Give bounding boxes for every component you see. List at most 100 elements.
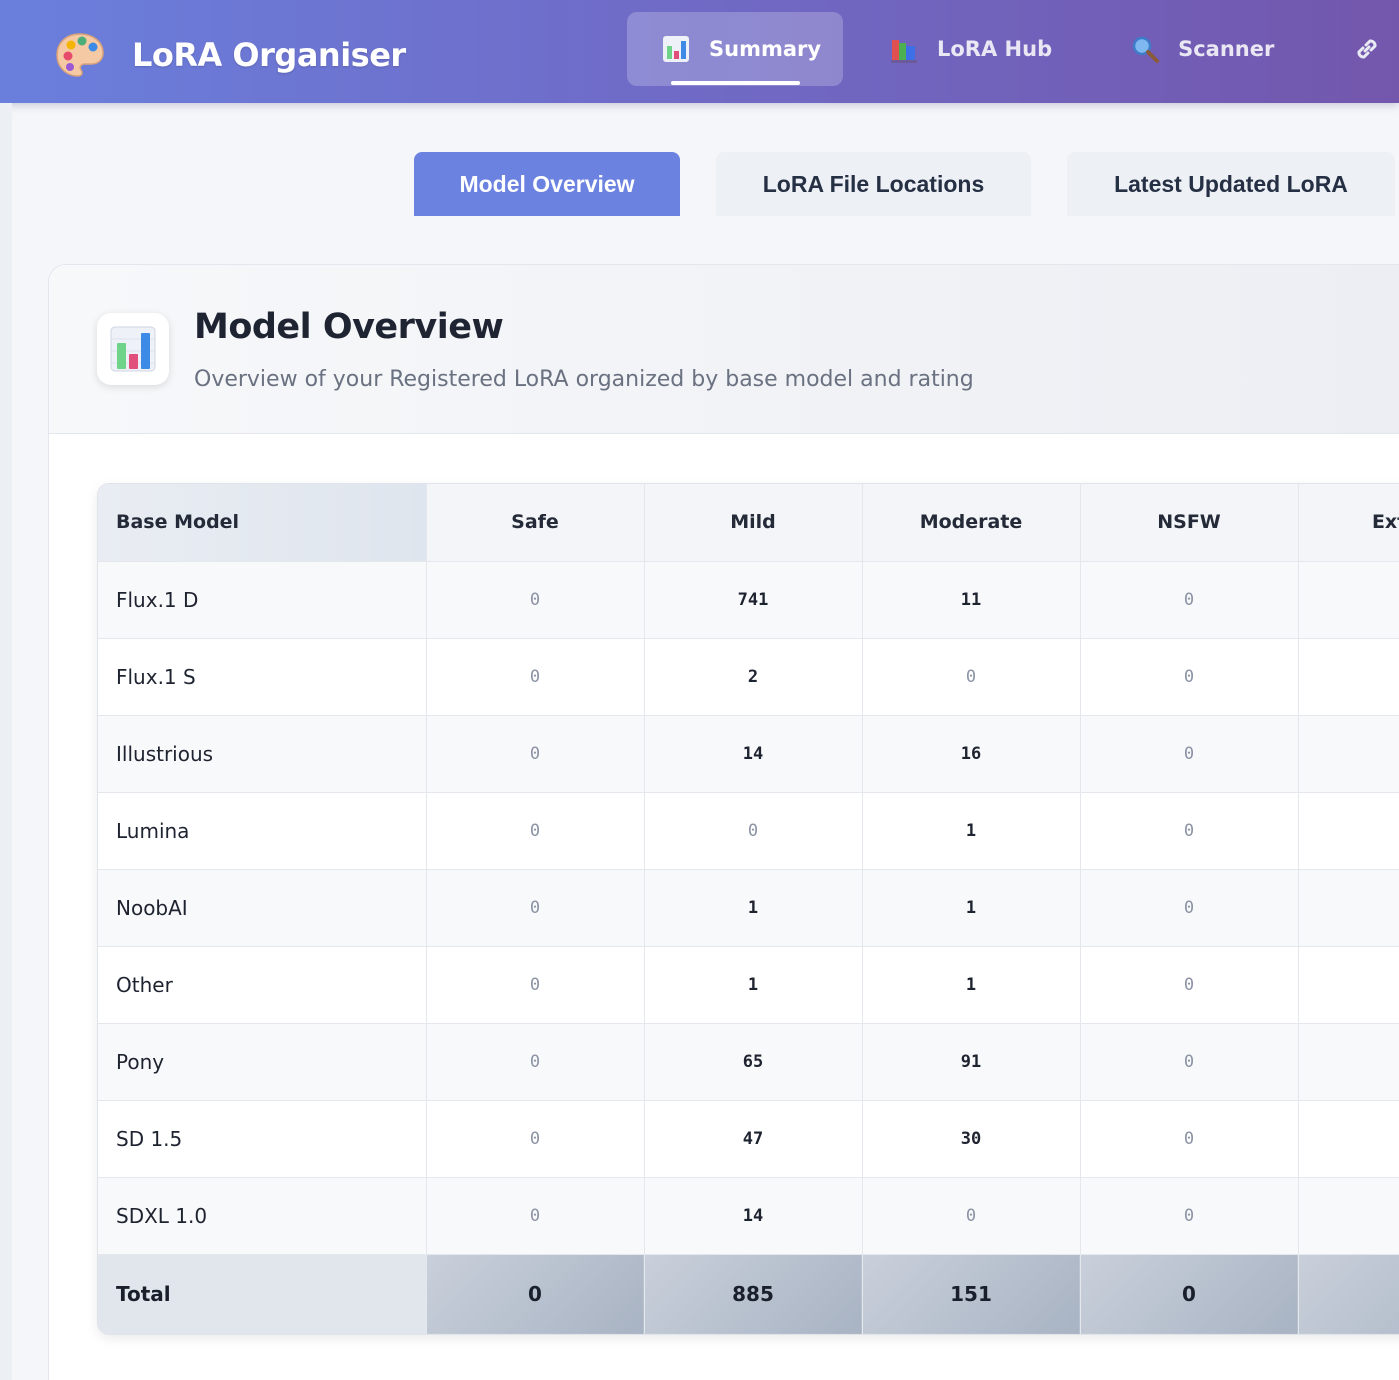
tab-model-overview[interactable]: Model Overview [414, 152, 680, 216]
table-row: Illustrious 0 14 16 0 [98, 715, 1399, 793]
panel-subtitle: Overview of your Registered LoRA organiz… [194, 367, 974, 392]
count-cell: 0 [862, 1177, 1081, 1255]
count-cell: 0 [1080, 1177, 1299, 1255]
column-header-nsfw: NSFW [1080, 484, 1299, 562]
base-model-cell: Flux.1 S [98, 638, 427, 716]
model-overview-panel: Model Overview Overview of your Register… [48, 264, 1399, 1380]
link-icon [1357, 39, 1377, 59]
total-cell: 0 [1080, 1254, 1299, 1334]
base-model-cell: Flux.1 D [98, 561, 427, 639]
count-cell: 0 [426, 1023, 645, 1101]
count-cell: 0 [1080, 946, 1299, 1024]
count-cell: 11 [862, 561, 1081, 639]
count-cell: 0 [862, 638, 1081, 716]
count-cell: 16 [862, 715, 1081, 793]
total-cell: 151 [862, 1254, 1081, 1334]
bar-chart-icon [110, 326, 156, 372]
table-row: Other 0 1 1 0 [98, 946, 1399, 1024]
panel-title: Model Overview [194, 307, 504, 347]
overview-table-wrapper[interactable]: Base Model Safe Mild Moderate NSFW Extre… [97, 483, 1399, 1335]
tab-latest-updated-lora[interactable]: Latest Updated LoRA [1067, 152, 1395, 216]
count-cell [1298, 638, 1399, 716]
count-cell [1298, 561, 1399, 639]
count-cell [1298, 869, 1399, 947]
table-row: Lumina 0 0 1 0 [98, 792, 1399, 870]
nav-item-scanner[interactable]: Scanner [1130, 12, 1274, 86]
table-row: SD 1.5 0 47 30 0 [98, 1100, 1399, 1178]
table-row: NoobAI 0 1 1 0 [98, 869, 1399, 947]
magnifier-icon [1132, 36, 1160, 63]
app-title: LoRA Organiser [132, 36, 406, 74]
base-model-cell: NoobAI [98, 869, 427, 947]
nav-label-lora-hub: LoRA Hub [937, 37, 1053, 61]
app-header: LoRA Organiser Summary LoRA Hub Scanner [0, 0, 1399, 103]
total-cell: 2 [1298, 1254, 1399, 1334]
column-header-mild: Mild [644, 484, 863, 562]
active-nav-indicator [671, 81, 800, 85]
count-cell: 1 [862, 792, 1081, 870]
base-model-cell: Pony [98, 1023, 427, 1101]
brand[interactable]: LoRA Organiser [54, 30, 406, 80]
main-nav: Summary LoRA Hub Scanner [627, 12, 1399, 86]
count-cell: 0 [426, 946, 645, 1024]
count-cell: 2 [644, 638, 863, 716]
count-cell: 1 [644, 869, 863, 947]
count-cell: 47 [644, 1100, 863, 1178]
palette-icon [56, 33, 104, 77]
table-row: Flux.1 D 0 741 11 0 [98, 561, 1399, 639]
count-cell: 0 [644, 792, 863, 870]
nav-label-summary: Summary [709, 37, 822, 61]
column-header-base-model: Base Model [98, 484, 427, 562]
left-rail [0, 103, 12, 1380]
count-cell: 30 [862, 1100, 1081, 1178]
count-cell: 0 [426, 561, 645, 639]
count-cell: 1 [862, 869, 1081, 947]
count-cell [1298, 1177, 1399, 1255]
count-cell [1298, 715, 1399, 793]
table-header-row: Base Model Safe Mild Moderate NSFW Extre… [98, 484, 1399, 562]
base-model-cell: Lumina [98, 792, 427, 870]
table-row: Pony0659101 [98, 1023, 1399, 1101]
count-cell: 91 [862, 1023, 1081, 1101]
bar-chart-icon [663, 36, 689, 62]
total-label: Total [98, 1254, 427, 1334]
count-cell: 0 [1080, 1023, 1299, 1101]
panel-icon-box [97, 313, 169, 385]
overview-table: Base Model Safe Mild Moderate NSFW Extre… [98, 484, 1399, 1334]
count-cell: 14 [644, 715, 863, 793]
tab-lora-file-locations[interactable]: LoRA File Locations [716, 152, 1031, 216]
count-cell: 1 [644, 946, 863, 1024]
count-cell: 65 [644, 1023, 863, 1101]
count-cell [1298, 946, 1399, 1024]
books-icon [891, 40, 917, 63]
nav-item-summary[interactable]: Summary [627, 12, 843, 86]
total-row: Total 0 885 151 0 2 [98, 1254, 1399, 1334]
count-cell: 0 [426, 638, 645, 716]
count-cell: 1 [862, 946, 1081, 1024]
count-cell: 0 [1080, 869, 1299, 947]
base-model-cell: Other [98, 946, 427, 1024]
panel-header: Model Overview Overview of your Register… [49, 265, 1399, 434]
count-cell: 0 [426, 1177, 645, 1255]
count-cell: 741 [644, 561, 863, 639]
total-cell: 0 [426, 1254, 645, 1334]
count-cell: 0 [426, 869, 645, 947]
count-cell: 0 [426, 1100, 645, 1178]
table-row: SDXL 1.0 0 14 0 0 [98, 1177, 1399, 1255]
count-cell: 0 [1080, 715, 1299, 793]
count-cell: 0 [1080, 638, 1299, 716]
count-cell: 0 [426, 792, 645, 870]
column-header-moderate: Moderate [862, 484, 1081, 562]
table-body: Flux.1 D 0 741 11 0 Flux.1 S 0 2 0 0 Illustrious 0 1… [98, 561, 1399, 1255]
count-cell: 14 [644, 1177, 863, 1255]
base-model-cell: SDXL 1.0 [98, 1177, 427, 1255]
count-cell [1298, 792, 1399, 870]
nav-label-scanner: Scanner [1178, 37, 1275, 61]
count-cell: 1 [1298, 1023, 1399, 1101]
base-model-cell: Illustrious [98, 715, 427, 793]
table-row: Flux.1 S0200 [98, 638, 1399, 716]
nav-item-lora-hub[interactable]: LoRA Hub [889, 12, 1052, 86]
total-cell: 885 [644, 1254, 863, 1334]
nav-item-other[interactable]: O [1352, 12, 1399, 86]
count-cell: 0 [1080, 792, 1299, 870]
